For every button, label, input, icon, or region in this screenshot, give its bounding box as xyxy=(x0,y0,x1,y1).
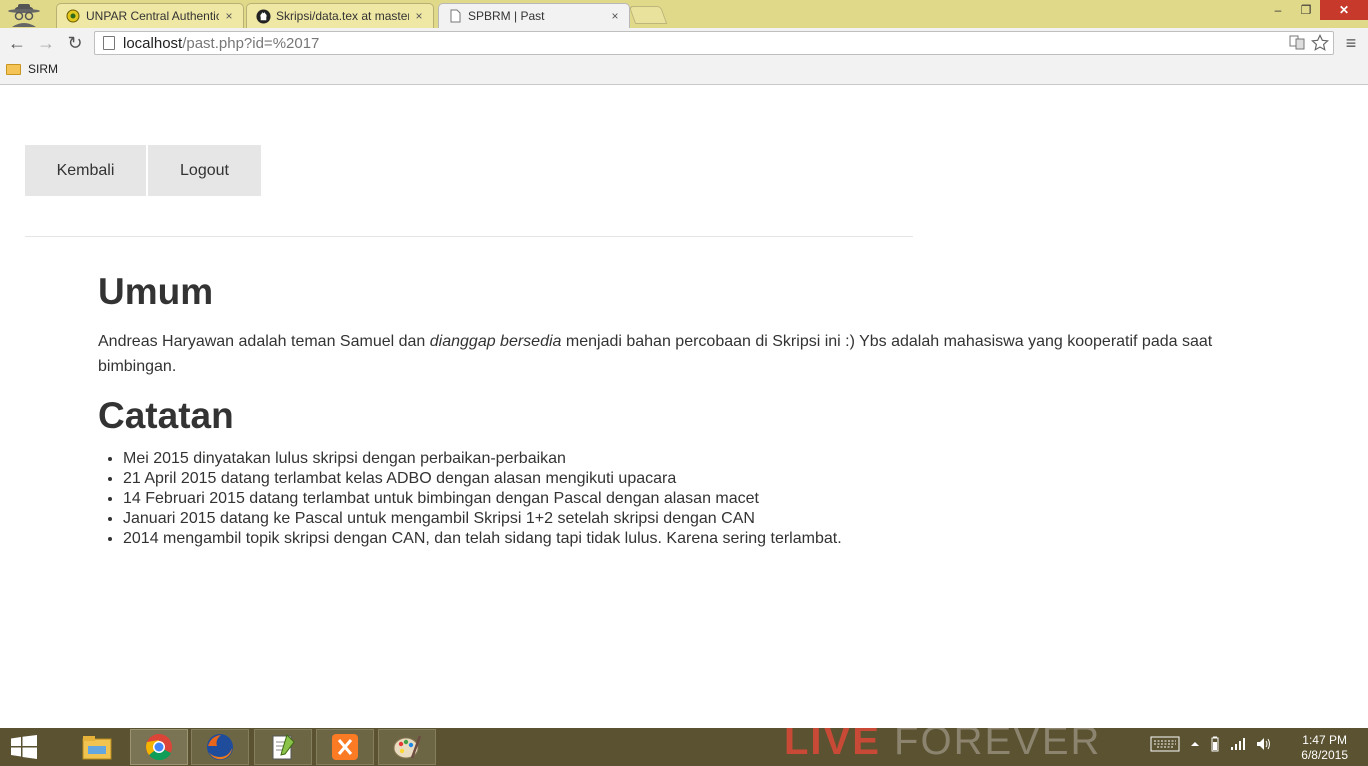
kembali-button[interactable]: Kembali xyxy=(25,145,146,196)
catatan-list: Mei 2015 dinyatakan lulus skripsi dengan… xyxy=(98,449,1238,549)
firefox-icon xyxy=(207,734,233,760)
address-bar[interactable]: localhost/past.php?id=%2017 xyxy=(94,31,1334,55)
bookmarks-bar: SIRM xyxy=(0,58,1368,85)
new-tab-button[interactable] xyxy=(628,6,668,24)
chevron-up-icon[interactable] xyxy=(1190,739,1200,749)
bookmark-star-icon[interactable] xyxy=(1311,34,1329,52)
umum-description: Andreas Haryawan adalah teman Samuel dan… xyxy=(98,333,1213,375)
list-item: 14 Februari 2015 datang terlambat untuk … xyxy=(123,489,1238,509)
umum-heading: Umum xyxy=(98,271,214,312)
tab-close-icon[interactable]: × xyxy=(223,9,235,23)
touch-keyboard-icon[interactable] xyxy=(1150,736,1180,752)
chrome-icon xyxy=(146,734,172,761)
xampp-icon xyxy=(332,734,358,760)
bookmark-label: SIRM xyxy=(28,62,58,76)
list-item: 21 April 2015 datang terlambat kelas ADB… xyxy=(123,469,1238,489)
list-item: Januari 2015 datang ke Pascal untuk meng… xyxy=(123,509,1238,529)
window-controls: – ❐ ✕ xyxy=(1264,0,1368,20)
browser-toolbar: ← → ↻ localhost/past.php?id=%2017 ≡ xyxy=(0,28,1368,58)
list-item: Mei 2015 dinyatakan lulus skripsi dengan… xyxy=(123,449,1238,469)
reload-button[interactable]: ↻ xyxy=(64,32,86,54)
clock-date: 6/8/2015 xyxy=(1301,748,1348,762)
paint-icon xyxy=(393,735,422,759)
taskbar-notepadpp[interactable] xyxy=(254,729,312,765)
tab-title: SPBRM | Past xyxy=(468,9,545,23)
folder-icon xyxy=(6,63,21,75)
omnibox-actions xyxy=(1289,34,1329,52)
tab-spbrm-past[interactable]: SPBRM | Past × xyxy=(438,3,630,28)
close-window-button[interactable]: ✕ xyxy=(1320,0,1368,20)
battery-icon[interactable] xyxy=(1210,736,1220,752)
chrome-menu-button[interactable]: ≡ xyxy=(1340,32,1362,54)
page-nav: Kembali Logout xyxy=(25,145,261,196)
page-icon xyxy=(103,36,115,50)
list-item: 2014 mengambil topik skripsi dengan CAN,… xyxy=(123,529,1238,549)
forward-button[interactable]: → xyxy=(35,32,57,54)
unpar-favicon-icon xyxy=(65,8,81,24)
catatan-heading: Catatan xyxy=(98,395,234,436)
taskbar-clock[interactable]: 1:47 PM 6/8/2015 xyxy=(1301,733,1348,763)
taskbar-paint[interactable] xyxy=(378,729,436,765)
taskbar-firefox[interactable] xyxy=(191,729,249,765)
file-explorer-icon xyxy=(82,736,112,760)
wallpaper-text: LIVE FOREVER xyxy=(784,728,1102,758)
minimize-button[interactable]: – xyxy=(1264,0,1292,20)
url-text: localhost/past.php?id=%2017 xyxy=(123,34,320,52)
system-tray xyxy=(1150,736,1272,752)
main-content: Umum Andreas Haryawan adalah teman Samue… xyxy=(98,269,1238,549)
taskbar-explorer[interactable] xyxy=(68,729,126,765)
back-button[interactable]: ← xyxy=(6,32,28,54)
maximize-button[interactable]: ❐ xyxy=(1292,0,1320,20)
logout-button[interactable]: Logout xyxy=(148,145,261,196)
tab-title: Skripsi/data.tex at master xyxy=(276,9,409,23)
translate-icon[interactable] xyxy=(1289,34,1305,50)
volume-icon[interactable] xyxy=(1256,737,1272,751)
github-favicon-icon xyxy=(255,8,271,24)
browser-title-bar: UNPAR Central Authentic × Skripsi/data.t… xyxy=(0,0,1368,28)
windows-taskbar: LIVE FOREVER 1:47 PM 6/8/2015 xyxy=(0,728,1368,766)
tab-github-skripsi[interactable]: Skripsi/data.tex at master × xyxy=(246,3,434,28)
windows-start-icon[interactable] xyxy=(10,735,38,759)
signal-icon[interactable] xyxy=(1230,737,1246,751)
page-favicon-icon xyxy=(447,8,463,24)
tab-title: UNPAR Central Authentic xyxy=(86,9,219,23)
bookmark-folder-sirm[interactable]: SIRM xyxy=(6,62,58,76)
tab-unpar-cas[interactable]: UNPAR Central Authentic × xyxy=(56,3,244,28)
notepad-plus-plus-icon xyxy=(272,734,295,760)
clock-time: 1:47 PM xyxy=(1302,733,1347,747)
page-content: Kembali Logout Umum Andreas Haryawan ada… xyxy=(0,86,1368,728)
tab-close-icon[interactable]: × xyxy=(609,9,621,23)
taskbar-xampp[interactable] xyxy=(316,729,374,765)
incognito-icon xyxy=(8,4,40,27)
tab-close-icon[interactable]: × xyxy=(413,9,425,23)
taskbar-chrome[interactable] xyxy=(130,729,188,765)
divider xyxy=(25,236,913,237)
